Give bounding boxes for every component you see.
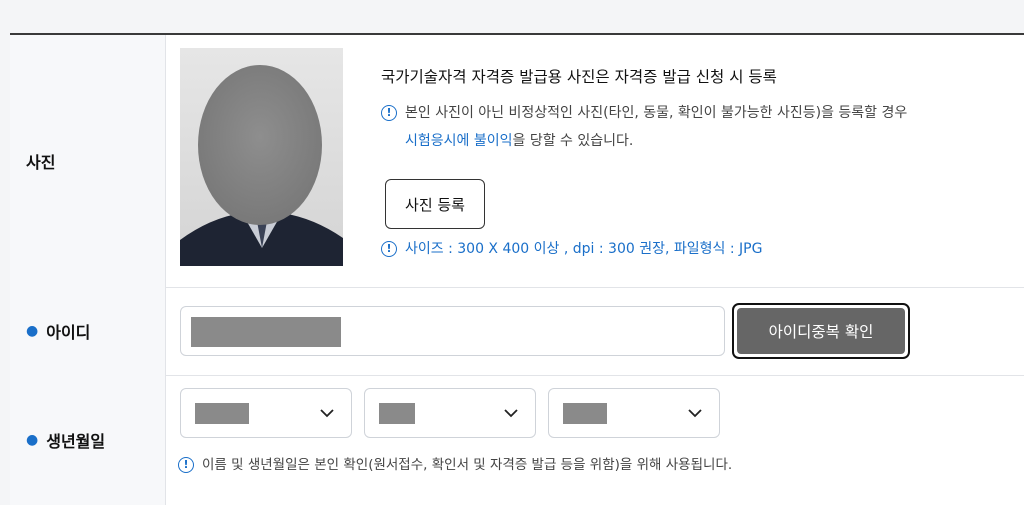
signup-form: 사진 국가기술자격 자격증 발급용 사진은 자격증 발급 신청 시 등록 ! 본… xyxy=(10,33,1024,505)
id-duplicate-check-label: 아이디중복 확인 xyxy=(737,308,905,354)
photo-size-text: 사이즈 : 300 X 400 이상 , dpi : 300 권장, 파일형식 … xyxy=(405,241,763,257)
birth-day-select[interactable] xyxy=(548,388,720,438)
exclamation-circle-icon: ! xyxy=(381,241,397,257)
exclamation-circle-icon: ! xyxy=(381,105,397,121)
photo-notice-line1: 본인 사진이 아닌 비정상적인 사진(타인, 동물, 확인이 불가능한 사진등)… xyxy=(405,105,908,121)
id-duplicate-check-button[interactable]: 아이디중복 확인 xyxy=(732,303,910,359)
required-bullet-icon: ● xyxy=(26,323,39,339)
user-id-input[interactable] xyxy=(180,306,725,356)
birth-month-select[interactable] xyxy=(364,388,536,438)
birthdate-notice-text: 이름 및 생년월일은 본인 확인(원서접수, 확인서 및 자격증 발급 등을 위… xyxy=(202,457,733,473)
required-bullet-icon: ● xyxy=(26,432,39,448)
photo-notice-highlight: 시험응시에 불이익 xyxy=(405,133,513,149)
birthdate-label: 생년월일 xyxy=(46,432,106,451)
birthdate-notice: ! 이름 및 생년월일은 본인 확인(원서접수, 확인서 및 자격증 발급 등을… xyxy=(178,451,732,479)
user-id-label: 아이디 xyxy=(46,323,91,342)
redacted-value xyxy=(379,403,415,424)
redacted-value xyxy=(191,317,341,347)
redacted-value xyxy=(563,403,607,424)
photo-notice-line2: 을 당할 수 있습니다. xyxy=(512,133,634,149)
photo-register-button[interactable]: 사진 등록 xyxy=(385,179,485,229)
redacted-value xyxy=(195,403,249,424)
birthdate-row: ● 생년월일 ! 이름 및 생년월일은 본인 확인(원서접수, 확인서 및 자격… xyxy=(10,375,1024,505)
user-id-row: ● 아이디 아이디중복 확인 xyxy=(10,287,1024,376)
birth-year-select[interactable] xyxy=(180,388,352,438)
photo-size-info: ! 사이즈 : 300 X 400 이상 , dpi : 300 권장, 파일형… xyxy=(381,235,762,263)
user-id-label-cell: ● 아이디 xyxy=(10,287,166,375)
photo-title: 국가기술자격 자격증 발급용 사진은 자격증 발급 신청 시 등록 xyxy=(381,68,777,86)
photo-label: 사진 xyxy=(10,35,166,287)
photo-row: 사진 국가기술자격 자격증 발급용 사진은 자격증 발급 신청 시 등록 ! 본… xyxy=(10,35,1024,288)
chevron-down-icon xyxy=(320,409,334,418)
photo-notice: ! 본인 사진이 아닌 비정상적인 사진(타인, 동물, 확인이 불가능한 사진… xyxy=(381,99,1021,155)
chevron-down-icon xyxy=(688,409,702,418)
exclamation-circle-icon: ! xyxy=(178,457,194,473)
birthdate-label-cell: ● 생년월일 xyxy=(10,375,166,505)
profile-photo xyxy=(180,48,343,266)
chevron-down-icon xyxy=(504,409,518,418)
